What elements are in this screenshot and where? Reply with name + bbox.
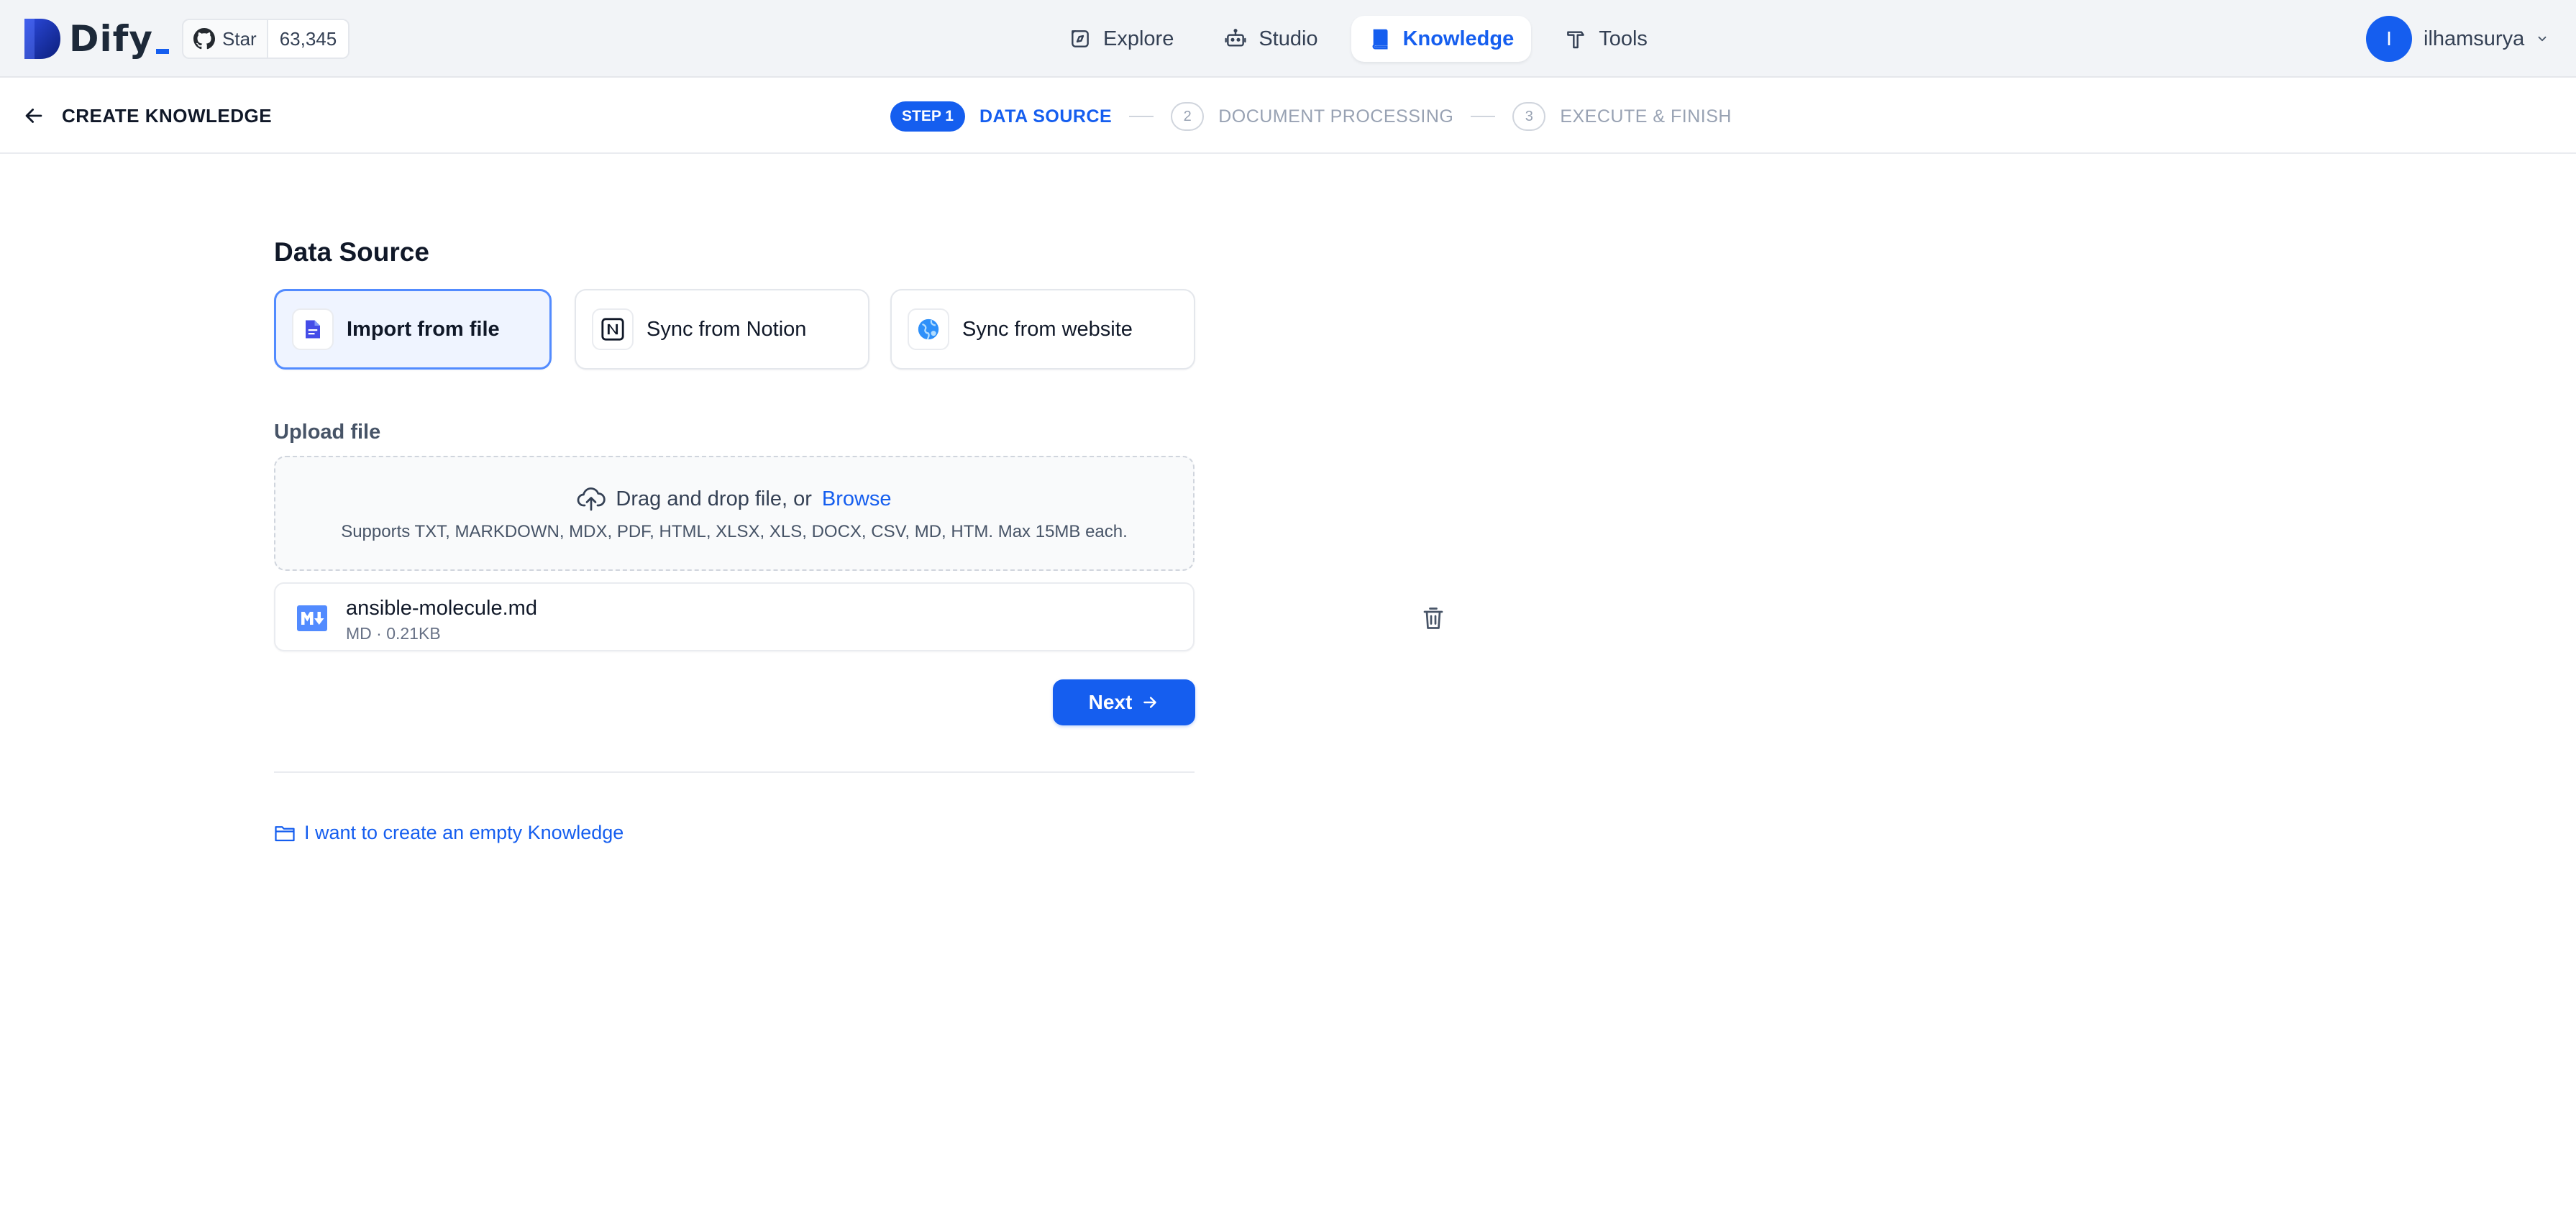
- import-from-file-option[interactable]: Import from file: [274, 289, 552, 370]
- robot-icon: [1225, 29, 1246, 47]
- sync-from-notion-option[interactable]: Sync from Notion: [575, 289, 869, 370]
- dify-logo[interactable]: Dify: [23, 17, 169, 60]
- step-2-label: DOCUMENT PROCESSING: [1218, 106, 1454, 127]
- file-dropzone[interactable]: Drag and drop file, or Browse Supports T…: [274, 456, 1195, 571]
- nav-knowledge-label: Knowledge: [1402, 27, 1515, 50]
- compass-icon: [1072, 30, 1089, 47]
- book-icon: [1372, 29, 1388, 50]
- github-icon: [193, 28, 215, 50]
- trash-icon[interactable]: [1420, 605, 1446, 631]
- step-2-number: 2: [1171, 102, 1205, 131]
- nav-studio[interactable]: Studio: [1207, 16, 1335, 62]
- hammer-icon: [1567, 31, 1585, 49]
- data-source-title: Data Source: [274, 237, 429, 267]
- website-icon-box: [908, 308, 949, 350]
- sync-from-website-label: Sync from website: [962, 317, 1133, 341]
- dropzone-prompt: Drag and drop file, or Browse: [275, 486, 1193, 512]
- step-separator: [1129, 116, 1154, 117]
- nav-tools[interactable]: Tools: [1547, 16, 1665, 62]
- import-from-file-label: Import from file: [347, 317, 500, 341]
- sync-from-website-option[interactable]: Sync from website: [890, 289, 1195, 370]
- user-name: ilhamsurya: [2424, 27, 2525, 50]
- next-button-label: Next: [1088, 691, 1133, 713]
- step-3-label: EXECUTE & FINISH: [1560, 106, 1732, 127]
- create-empty-knowledge-label: I want to create an empty Knowledge: [304, 822, 624, 843]
- markdown-file-icon: [297, 605, 327, 631]
- step-3-number: 3: [1512, 102, 1546, 131]
- top-navigation-bar: Dify Star 63,345 Explore Studio Knowledg…: [0, 0, 2576, 78]
- file-icon: [306, 320, 320, 339]
- file-name: ansible-molecule.md: [346, 597, 537, 620]
- create-empty-knowledge-link[interactable]: I want to create an empty Knowledge: [274, 822, 624, 844]
- step-separator: [1471, 116, 1496, 117]
- nav-studio-label: Studio: [1259, 27, 1318, 50]
- supported-formats-text: Supports TXT, MARKDOWN, MDX, PDF, HTML, …: [341, 522, 1128, 541]
- app-name: Dify: [69, 18, 153, 60]
- upload-file-label: Upload file: [274, 421, 381, 444]
- nav-tools-label: Tools: [1599, 27, 1648, 50]
- step-1-badge: STEP 1: [890, 101, 965, 132]
- arrow-right-icon: [1143, 697, 1157, 708]
- github-star-count: 63,345: [266, 20, 349, 58]
- step-indicator: STEP 1 DATA SOURCE 2 DOCUMENT PROCESSING…: [890, 101, 1732, 132]
- github-star-label: Star: [222, 27, 257, 50]
- next-button[interactable]: Next: [1053, 679, 1195, 725]
- browse-link[interactable]: Browse: [822, 487, 892, 511]
- notion-icon-box: [592, 308, 634, 350]
- folder-icon: [275, 825, 295, 841]
- upload-cloud-icon: [577, 487, 606, 511]
- step-1-label: DATA SOURCE: [979, 106, 1113, 127]
- chevron-down-icon: [2538, 36, 2547, 42]
- uploaded-file-item: ansible-molecule.md MD · 0.21KB: [274, 582, 1443, 651]
- notion-icon: [601, 318, 624, 341]
- globe-icon: [918, 318, 939, 340]
- section-divider: [274, 771, 1195, 773]
- sync-from-notion-label: Sync from Notion: [647, 317, 807, 341]
- nav-knowledge[interactable]: Knowledge: [1351, 16, 1532, 62]
- nav-explore-label: Explore: [1103, 27, 1174, 50]
- main-nav: Explore Studio Knowledge Tools: [1051, 16, 1665, 62]
- github-star-button[interactable]: Star 63,345: [182, 19, 350, 59]
- logo-underscore: [156, 48, 169, 54]
- step-header: CREATE KNOWLEDGE STEP 1 DATA SOURCE 2 DO…: [0, 78, 2576, 154]
- back-arrow-icon[interactable]: [22, 104, 46, 128]
- file-meta: MD · 0.21KB: [346, 624, 441, 643]
- dify-logo-icon: [24, 19, 60, 59]
- import-file-icon-box: [292, 308, 334, 350]
- nav-explore[interactable]: Explore: [1051, 16, 1191, 62]
- page-title: CREATE KNOWLEDGE: [62, 105, 273, 127]
- drag-drop-text: Drag and drop file, or: [616, 487, 812, 510]
- user-menu[interactable]: I ilhamsurya: [2366, 16, 2549, 62]
- avatar: I: [2366, 16, 2412, 62]
